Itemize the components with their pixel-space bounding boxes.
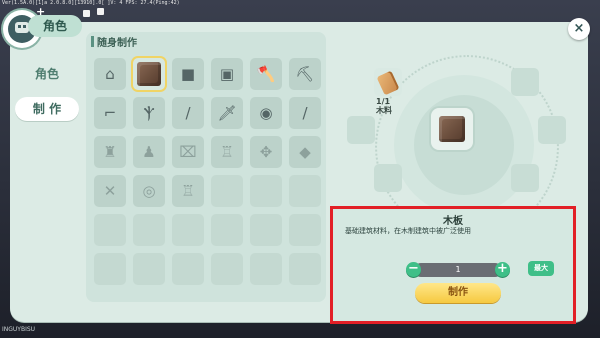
empty-craft-slot[interactable] [250,214,282,246]
bone-icon: ✕ [103,182,117,200]
craft-slot[interactable]: 🪓 [250,58,282,90]
workbench-icon: ⌂ [105,65,115,83]
craft-slot[interactable]: ⌂ [94,58,126,90]
hoe-rake-icon: Ⲯ [143,104,155,122]
section-accent [91,36,94,47]
section-title: 随身制作 [97,38,137,49]
window-title: 角色 [28,15,82,37]
craft-slot[interactable]: ▣ [211,58,243,90]
axe-icon: 🪓 [256,65,276,83]
sword-icon: 🗡 [217,104,237,122]
stone-jar-icon: ♖ [181,182,195,200]
empty-craft-slot[interactable] [289,253,321,285]
craft-slot[interactable]: ◎ [133,175,165,207]
increase-button[interactable]: + [495,262,510,277]
stone-block-icon: ■ [180,65,196,83]
ingredient-slot [347,116,375,144]
ingredient-slot [511,68,539,96]
craft-slot[interactable]: ■ [172,58,204,90]
craft-slot[interactable]: ✥ [250,136,282,168]
wood-plank-icon [137,62,161,86]
item-name: 木板 [443,216,463,227]
torch-icon: / [185,104,191,122]
sidebar-item-role[interactable]: 角色 [15,62,79,86]
stone-slab-icon: ◆ [299,143,311,161]
empty-craft-slot[interactable] [94,253,126,285]
ingredient-slot [374,164,402,192]
bell-icon: ♜ [103,143,117,161]
craft-slot[interactable]: ⛏ [289,58,321,90]
craft-slot[interactable]: ♜ [94,136,126,168]
ingredient-label: 1/1 木料 [376,97,392,115]
close-button[interactable]: × [568,18,590,40]
shield-icon: ◉ [259,104,273,122]
wood-log-icon [376,70,400,96]
quantity-stepper: 1 − + [406,262,510,278]
disc-icon: ◎ [142,182,156,200]
craft-slot[interactable]: 🗡 [211,97,243,129]
statue-icon: ♟ [142,143,156,161]
craft-slot[interactable]: ♟ [133,136,165,168]
sidebar-item-craft[interactable]: 制 作 [15,97,79,121]
ingredient-slot [511,164,539,192]
craft-slot[interactable]: ⌐ [94,97,126,129]
result-slot [431,108,473,150]
empty-craft-slot[interactable] [94,214,126,246]
craft-slot[interactable]: / [172,97,204,129]
hud-indicator [97,8,104,15]
empty-craft-slot[interactable] [172,214,204,246]
craft-slot[interactable]: / [289,97,321,129]
craft-button[interactable]: 制作 [415,283,501,303]
debug-overlay: Ver(1.5A.0)[1]a 2.0.8.0][13910].0[ ]V: 4… [2,0,180,6]
empty-craft-slot[interactable] [250,175,282,207]
empty-craft-slot[interactable] [211,175,243,207]
wood-plank-icon [439,116,465,142]
knot-frame-icon: ✥ [259,143,273,161]
max-button[interactable]: 最大 [528,261,554,276]
craft-slot[interactable]: Ⲯ [133,97,165,129]
empty-craft-slot[interactable] [211,214,243,246]
empty-craft-slot[interactable] [289,175,321,207]
brand-watermark: INGUYBISU [2,326,36,333]
quantity-field[interactable]: 1 [414,263,502,277]
decrease-button[interactable]: − [406,262,421,277]
hud-indicator [83,10,90,17]
fire-hydrant-icon: ♖ [220,143,234,161]
craft-slot[interactable]: ◆ [289,136,321,168]
empty-craft-slot[interactable] [211,253,243,285]
ingredient-slot [374,68,402,96]
craft-slot[interactable]: ◉ [250,97,282,129]
craft-slot[interactable]: ♖ [211,136,243,168]
empty-craft-slot[interactable] [133,214,165,246]
craft-slot[interactable]: ⌧ [172,136,204,168]
empty-craft-slot[interactable] [250,253,282,285]
craft-slot[interactable]: ✕ [94,175,126,207]
pickaxe-icon: ⛏ [295,65,315,83]
item-description: 基础建筑材料，在木制建筑中被广泛使用 [345,227,471,235]
spear-icon: / [302,104,308,122]
item-detail-panel: 木板 基础建筑材料，在木制建筑中被广泛使用 1 − + 最大 制作 [330,206,576,324]
empty-craft-slot[interactable] [133,253,165,285]
ingredient-slot [538,116,566,144]
craft-slot[interactable]: ♖ [172,175,204,207]
wooden-crate-icon: ▣ [219,65,235,83]
shovel-icon: ⌐ [103,104,117,122]
lantern-icon: ⌧ [179,143,197,161]
empty-craft-slot[interactable] [289,214,321,246]
wood-plank-icon [137,62,161,86]
empty-craft-slot[interactable] [172,253,204,285]
craft-slot[interactable] [133,58,165,90]
